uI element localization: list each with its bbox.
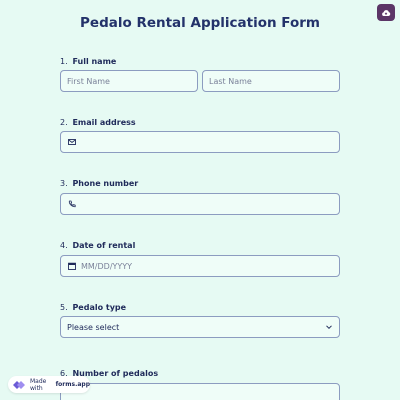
question-text: Phone number (72, 179, 139, 188)
first-name-placeholder: First Name (67, 76, 110, 86)
number-of-pedalos-input[interactable] (60, 383, 340, 400)
pedalo-type-select[interactable]: Please select (60, 316, 340, 338)
question-number: 5. (60, 303, 68, 312)
phone-field[interactable] (60, 193, 340, 215)
question-phone: 3. Phone number (60, 178, 340, 190)
question-pedalo-type: 5. Pedalo type (60, 302, 340, 314)
question-full-name: 1. Full name (60, 56, 340, 68)
question-text: Full name (72, 57, 117, 66)
question-label: 1. Full name (60, 56, 340, 68)
question-date: 4. Date of rental (60, 240, 340, 252)
question-text: Pedalo type (72, 303, 127, 312)
question-number: 1. (60, 57, 68, 66)
chevron-down-icon (325, 323, 333, 333)
question-text: Email address (72, 118, 136, 127)
envelope-icon (67, 137, 77, 147)
date-of-rental-input[interactable]: MM/DD/YYYY (60, 255, 340, 277)
made-with-badge[interactable]: Made with forms.app (8, 376, 90, 393)
last-name-placeholder: Last Name (209, 76, 252, 86)
question-number: 2. (60, 118, 68, 127)
select-value: Please select (67, 322, 120, 332)
question-label: 6. Number of pedalos (60, 368, 340, 380)
question-email: 2. Email address (60, 117, 340, 129)
date-placeholder: MM/DD/YYYY (81, 261, 133, 271)
question-label: 4. Date of rental (60, 240, 340, 252)
phone-icon (67, 199, 77, 209)
first-name-input[interactable]: First Name (60, 70, 198, 92)
made-with-text: Made with (30, 377, 47, 392)
brand-name: forms.app (55, 381, 90, 388)
calendar-icon (67, 261, 77, 271)
question-label: 3. Phone number (60, 178, 340, 190)
question-text: Date of rental (72, 241, 136, 250)
question-num-pedalos: 6. Number of pedalos (60, 368, 340, 380)
form-title: Pedalo Rental Application Form (80, 15, 320, 31)
forms-app-logo-icon (12, 379, 26, 391)
question-number: 3. (60, 179, 68, 188)
question-label: 5. Pedalo type (60, 302, 340, 314)
last-name-input[interactable]: Last Name (202, 70, 340, 92)
email-field[interactable] (60, 131, 340, 153)
question-label: 2. Email address (60, 117, 340, 129)
question-number: 4. (60, 241, 68, 250)
